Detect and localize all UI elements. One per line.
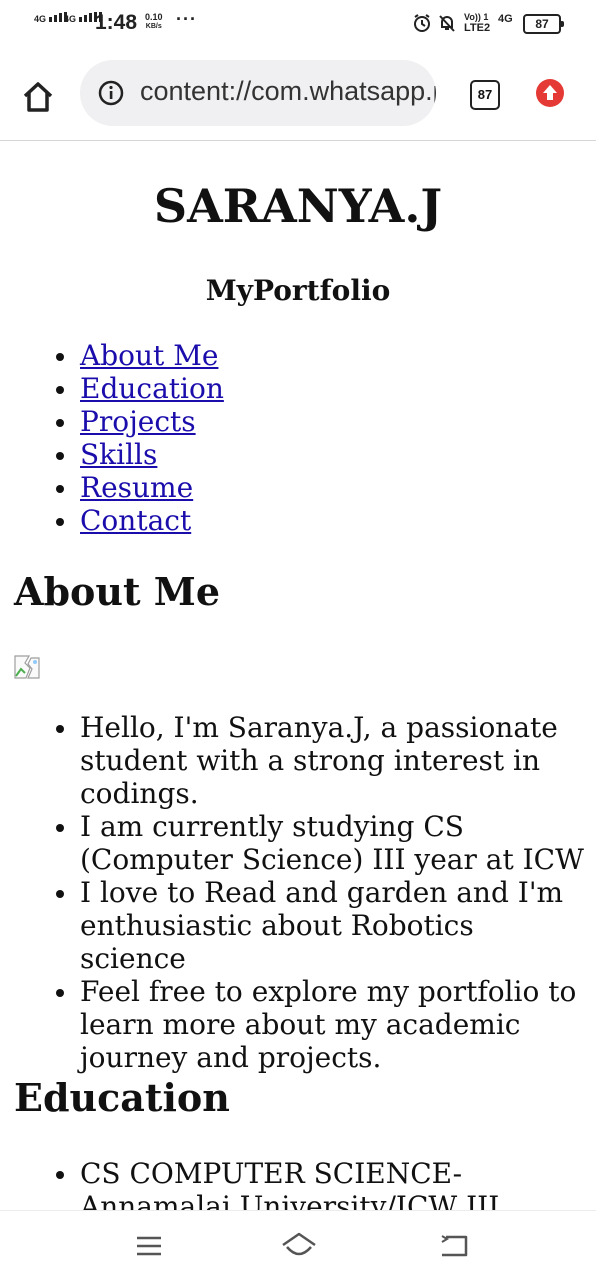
list-item: Hello, I'm Saranya.J, a passionate stude… — [54, 711, 584, 810]
home-icon[interactable] — [20, 79, 56, 115]
page-title: SARANYA.J — [153, 179, 443, 233]
nav-item-resume: Resume — [54, 471, 224, 504]
nav-link-resume[interactable]: Resume — [80, 471, 193, 504]
speed-value: 0.10 — [145, 12, 163, 22]
list-item: I love to Read and garden and I'm enthus… — [54, 876, 584, 975]
nav-item-about-me: About Me — [54, 339, 224, 372]
about-list: Hello, I'm Saranya.J, a passionate stude… — [54, 711, 584, 1074]
education-heading: Education — [14, 1075, 230, 1120]
nav-item-projects: Projects — [54, 405, 224, 438]
network-speed: 0.10 KB/s — [145, 12, 163, 32]
battery-level: 87 — [535, 17, 549, 31]
back-icon[interactable] — [438, 1231, 470, 1261]
system-nav-bar — [0, 1210, 596, 1281]
nav-item-education: Education — [54, 372, 224, 405]
url-bar[interactable]: content://com.whatsapp.provider.media/it… — [80, 60, 436, 126]
silent-bell-icon — [439, 15, 455, 32]
nav-link-projects[interactable]: Projects — [80, 405, 196, 438]
page-subtitle: MyPortfolio — [205, 274, 391, 307]
site-nav: About Me Education Projects Skills Resum… — [54, 339, 224, 537]
volte-indicator: Vo)) 1 LTE2 — [464, 12, 490, 34]
recent-apps-icon[interactable] — [134, 1231, 164, 1261]
sim1-network-label: 4G — [34, 14, 47, 24]
list-item: I am currently studying CS (Computer Sci… — [54, 810, 584, 876]
battery-icon: 87 — [523, 14, 564, 34]
status-bar: 4G 4G 1:48 0.10 KB/s ··· Vo)) 1 LTE2 4G … — [0, 0, 596, 44]
broken-image-icon — [14, 655, 40, 679]
home-icon[interactable] — [280, 1231, 318, 1261]
clock: 1:48 — [95, 11, 138, 34]
tab-count: 87 — [477, 87, 493, 102]
about-heading: About Me — [14, 569, 221, 614]
nav-link-education[interactable]: Education — [80, 372, 224, 405]
url-text[interactable]: content://com.whatsapp.provider.media/it… — [140, 76, 436, 107]
nav-link-contact[interactable]: Contact — [80, 504, 191, 537]
nav-item-skills: Skills — [54, 438, 224, 471]
page-content: SARANYA.J MyPortfolio About Me Education… — [0, 141, 596, 1210]
tab-switcher-button[interactable]: 87 — [470, 80, 500, 110]
more-notifications: ··· — [176, 9, 197, 29]
list-item: Feel free to explore my portfolio to lea… — [54, 975, 584, 1074]
nav-item-contact: Contact — [54, 504, 224, 537]
nav-link-skills[interactable]: Skills — [80, 438, 157, 471]
sim2-network-label: 4G — [64, 14, 77, 24]
browser-toolbar: content://com.whatsapp.provider.media/it… — [0, 50, 596, 141]
alarm-icon — [414, 14, 430, 32]
volte-line2: LTE2 — [464, 22, 491, 34]
nav-link-about-me[interactable]: About Me — [80, 339, 218, 372]
list-item: CS COMPUTER SCIENCE- Annamalai Universit… — [54, 1157, 584, 1210]
education-list: CS COMPUTER SCIENCE- Annamalai Universit… — [54, 1157, 584, 1210]
speed-unit: KB/s — [145, 23, 162, 30]
info-icon[interactable] — [98, 80, 124, 106]
network-type: 4G — [498, 13, 513, 25]
update-icon[interactable] — [535, 78, 565, 108]
